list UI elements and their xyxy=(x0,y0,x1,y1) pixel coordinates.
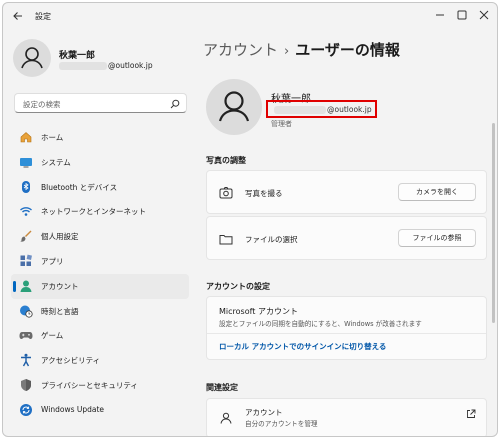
section-title-photo: 写真の調整 xyxy=(206,156,246,165)
account-role: 管理者 xyxy=(271,120,292,128)
section-title-related: 関連設定 xyxy=(206,383,238,392)
sidebar-item-system[interactable]: システム xyxy=(11,150,189,175)
email-redaction xyxy=(59,62,107,70)
search-placeholder: 設定の検索 xyxy=(23,100,61,109)
related-account-title: アカウント xyxy=(245,408,283,417)
gamepad-icon xyxy=(19,332,33,340)
person-icon xyxy=(21,47,43,69)
browse-files-button[interactable]: ファイルの参照 xyxy=(398,229,476,247)
accessibility-icon xyxy=(21,353,31,367)
sidebar-item-time-language[interactable]: 時刻と言語 xyxy=(11,299,189,324)
globe-clock-icon xyxy=(20,305,33,318)
shield-icon xyxy=(21,378,31,391)
sidebar-item-windows-update[interactable]: Windows Update xyxy=(11,398,189,423)
profile-name: 秋葉一郎 xyxy=(59,51,96,61)
window-title: 設定 xyxy=(35,12,51,21)
take-photo-label: 写真を撮る xyxy=(245,189,283,198)
system-icon xyxy=(20,157,32,168)
sidebar-item-accessibility[interactable]: アクセシビリティ xyxy=(11,348,189,373)
minimize-icon[interactable] xyxy=(431,7,449,23)
person-icon xyxy=(218,91,250,122)
bluetooth-icon xyxy=(22,180,30,193)
microsoft-account-title: Microsoft アカウント xyxy=(219,307,298,316)
choose-file-card: ファイルの選択 ファイルの参照 xyxy=(206,216,487,260)
maximize-icon[interactable] xyxy=(453,7,471,23)
folder-icon xyxy=(219,235,233,245)
account-email: @outlook.jp xyxy=(274,105,372,114)
microsoft-account-description: 設定とファイルの同期を自動的にすると、Windows が改善されます xyxy=(219,320,422,328)
breadcrumb-parent[interactable]: アカウント xyxy=(203,41,278,59)
breadcrumb: アカウント › ユーザーの情報 xyxy=(203,39,400,60)
sidebar-item-personalization[interactable]: 個人用設定 xyxy=(11,224,189,249)
sidebar-item-apps[interactable]: アプリ xyxy=(11,249,189,274)
sidebar-item-accounts[interactable]: アカウント xyxy=(11,273,189,299)
divider xyxy=(207,333,486,334)
wifi-icon xyxy=(20,207,32,217)
related-account-description: 自分のアカウントを管理 xyxy=(245,420,318,428)
camera-icon xyxy=(219,187,233,199)
update-icon xyxy=(20,403,32,416)
choose-file-label: ファイルの選択 xyxy=(245,235,298,244)
title-bar: 設定 xyxy=(3,3,497,29)
external-link-icon xyxy=(467,409,476,418)
email-highlight-box: @outlook.jp xyxy=(266,100,377,118)
search-icon xyxy=(170,99,180,109)
account-icon xyxy=(20,280,32,292)
apps-icon xyxy=(20,254,32,266)
sidebar-item-network[interactable]: ネットワークとインターネット xyxy=(11,199,189,224)
sidebar-item-privacy-security[interactable]: プライバシーとセキュリティ xyxy=(11,373,189,398)
back-arrow-icon[interactable] xyxy=(11,9,25,23)
breadcrumb-separator: › xyxy=(284,44,290,59)
brush-icon xyxy=(20,230,32,242)
switch-to-local-account-link[interactable]: ローカル アカウントでのサインインに切り替える xyxy=(219,341,386,352)
take-photo-card: 写真を撮る カメラを開く xyxy=(206,170,487,214)
microsoft-account-card: Microsoft アカウント 設定とファイルの同期を自動的にすると、Windo… xyxy=(206,296,487,360)
open-camera-button[interactable]: カメラを開く xyxy=(398,183,476,201)
close-icon[interactable] xyxy=(475,7,493,23)
sidebar-item-home[interactable]: ホーム xyxy=(11,125,189,150)
profile-email: @outlook.jp xyxy=(59,61,153,70)
scrollbar[interactable] xyxy=(492,123,495,323)
sidebar-item-bluetooth[interactable]: Bluetooth とデバイス xyxy=(11,175,189,200)
section-title-account-settings: アカウントの設定 xyxy=(206,282,270,291)
sidebar-item-gaming[interactable]: ゲーム xyxy=(11,323,189,348)
page-title: ユーザーの情報 xyxy=(295,41,400,59)
settings-window: 設定 秋葉一郎 @outlook.jp 設定の検索 ホーム システム Bluet… xyxy=(2,2,498,437)
search-input[interactable]: 設定の検索 xyxy=(14,93,187,113)
related-account-card[interactable]: アカウント 自分のアカウントを管理 xyxy=(206,398,487,436)
home-icon xyxy=(20,132,32,143)
person-icon xyxy=(220,412,232,424)
sidebar-nav: ホーム システム Bluetooth とデバイス ネットワークとインターネット xyxy=(11,125,189,423)
profile-avatar[interactable] xyxy=(13,39,51,77)
account-avatar xyxy=(206,79,262,135)
email-redaction xyxy=(274,106,326,114)
